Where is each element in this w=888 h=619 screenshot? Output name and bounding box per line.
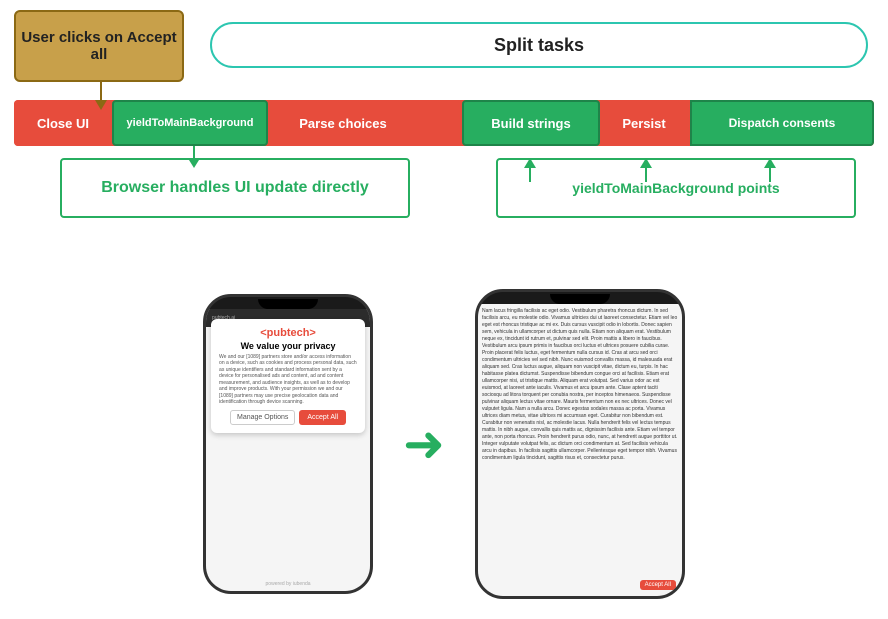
segment-persist: Persist bbox=[600, 100, 688, 146]
consent-body: We and our [1089] partners store and/or … bbox=[219, 354, 357, 406]
user-clicks-label: User clicks on Accept all bbox=[16, 29, 182, 63]
dispatch-up-arrow bbox=[764, 158, 776, 182]
user-to-pipeline-arrow bbox=[95, 82, 107, 110]
yield1-label: yieldToMainBackground bbox=[127, 117, 254, 129]
consent-brand: <pubtech> bbox=[219, 327, 357, 339]
phone2-screen: Nam lacus fringilla facilisis ac eget od… bbox=[478, 304, 682, 596]
parse-label: Parse choices bbox=[299, 116, 386, 131]
transition-arrow: ➜ bbox=[403, 415, 445, 473]
build-label: Build strings bbox=[491, 116, 570, 131]
phone1-poweredby: powered by iubenda bbox=[266, 581, 311, 587]
accept-all-button[interactable]: Accept All bbox=[299, 410, 346, 425]
segment-parse: Parse choices bbox=[268, 100, 418, 146]
top-section: User clicks on Accept all Split tasks Cl… bbox=[0, 0, 888, 265]
yield1-down-arrow bbox=[189, 146, 199, 168]
dispatch-label: Dispatch consents bbox=[729, 116, 836, 130]
phone1-wrapper: pubtech.ai <pubtech> We value your priva… bbox=[203, 294, 373, 594]
close-ui-label: Close UI bbox=[37, 116, 89, 131]
phone2-accept-overlay: Accept All bbox=[640, 580, 676, 590]
split-tasks-pill: Split tasks bbox=[210, 22, 868, 68]
split-tasks-label: Split tasks bbox=[494, 35, 584, 56]
consent-buttons: Manage Options Accept All bbox=[219, 410, 357, 425]
phone1-notch bbox=[258, 299, 318, 309]
build-up-arrow bbox=[524, 158, 536, 182]
yield-points-box: yieldToMainBackground points bbox=[496, 158, 856, 218]
segment-dispatch: Dispatch consents bbox=[690, 100, 874, 146]
consent-title: We value your privacy bbox=[219, 341, 357, 351]
phone2-notch bbox=[550, 294, 610, 304]
phone2-article-text: Nam lacus fringilla facilisis ac eget od… bbox=[478, 304, 682, 596]
browser-handles-label: Browser handles UI update directly bbox=[101, 179, 369, 197]
consent-dialog: <pubtech> We value your privacy We and o… bbox=[211, 319, 365, 433]
phone2-wrapper: Nam lacus fringilla facilisis ac eget od… bbox=[475, 289, 685, 599]
persist-up-arrow bbox=[640, 158, 652, 182]
persist-label: Persist bbox=[622, 116, 665, 131]
yield-points-label: yieldToMainBackground points bbox=[572, 180, 779, 196]
phone1: pubtech.ai <pubtech> We value your priva… bbox=[203, 294, 373, 594]
phone2: Nam lacus fringilla facilisis ac eget od… bbox=[475, 289, 685, 599]
segment-yield1: yieldToMainBackground bbox=[112, 100, 268, 146]
phone1-screen: pubtech.ai <pubtech> We value your priva… bbox=[206, 309, 370, 591]
bottom-section: pubtech.ai <pubtech> We value your priva… bbox=[0, 268, 888, 619]
segment-build: Build strings bbox=[462, 100, 600, 146]
browser-handles-box: Browser handles UI update directly bbox=[60, 158, 410, 218]
manage-options-button[interactable]: Manage Options bbox=[230, 410, 295, 425]
user-clicks-box: User clicks on Accept all bbox=[14, 10, 184, 82]
